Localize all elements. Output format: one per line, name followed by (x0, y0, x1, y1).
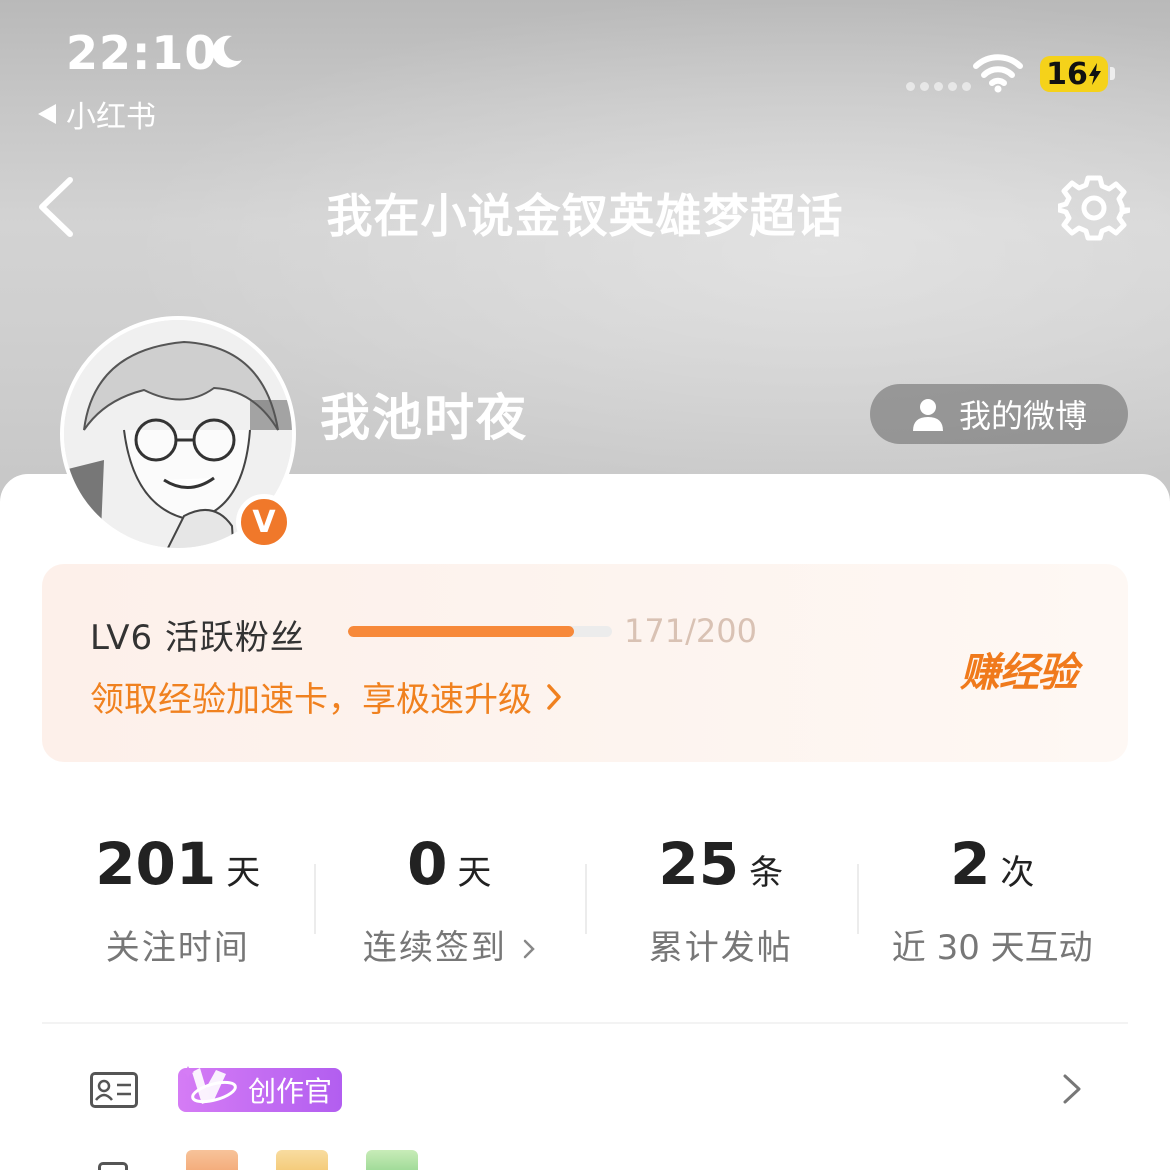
medal-icon (276, 1150, 328, 1170)
battery-tip (1110, 67, 1115, 80)
earn-experience-button[interactable]: 赚经验 (960, 640, 1078, 698)
battery-indicator: 16 (1040, 56, 1108, 92)
stat-value: 201 (95, 830, 217, 898)
my-weibo-button[interactable]: 我的微博 (870, 384, 1128, 444)
stat-interactions: 2次 近 30 天互动 (856, 806, 1129, 996)
cellular-signal-icon (906, 82, 971, 91)
chevron-right-icon (523, 939, 535, 959)
moon-icon (212, 35, 242, 68)
creator-emblem-icon (182, 1066, 237, 1104)
stat-value: 0 (407, 830, 448, 898)
stat-label-wrap: 连续签到 (314, 920, 586, 969)
chevron-right-icon[interactable] (1060, 1072, 1084, 1106)
back-triangle-icon (38, 104, 56, 124)
user-icon (912, 399, 943, 431)
medal-icon (366, 1150, 418, 1170)
level-progress-text: 171/200 (624, 612, 757, 650)
my-weibo-label: 我的微博 (958, 397, 1087, 435)
stat-follow-time: 201 天 关注时间 (42, 806, 314, 996)
id-card-icon (90, 1072, 138, 1108)
status-time: 22:10 (66, 26, 218, 80)
stat-unit: 天 (226, 853, 261, 893)
creator-label: 创作官 (247, 1075, 332, 1108)
medal-icon (186, 1150, 238, 1170)
accelerator-card-link[interactable]: 领取经验加速卡，享极速升级 (90, 672, 562, 721)
stat-unit: 天 (457, 853, 492, 893)
list-icon (98, 1162, 128, 1170)
gear-icon[interactable] (1058, 172, 1130, 244)
back-to-app-link[interactable]: 小红书 (38, 92, 156, 136)
back-app-label: 小红书 (66, 100, 156, 135)
level-progress-bar (348, 626, 612, 637)
chevron-right-icon (547, 683, 561, 710)
battery-level: 16 (1046, 56, 1088, 92)
level-label: LV6 活跃粉丝 (90, 618, 305, 658)
stat-unit: 条 (749, 853, 784, 893)
stat-label: 连续签到 (362, 928, 507, 968)
stat-label: 累计发帖 (648, 928, 793, 968)
page-title: 我在小说金钗英雄梦超话 (326, 189, 844, 243)
charging-bolt-icon (1088, 63, 1101, 85)
wifi-icon (973, 54, 1023, 93)
medal-row (186, 1150, 418, 1170)
stat-value: 2 (950, 830, 991, 898)
stat-unit: 次 (1000, 853, 1035, 893)
stat-posts: 25 条 累计发帖 (585, 806, 857, 996)
promo-text: 领取经验加速卡，享极速升级 (90, 680, 532, 720)
stat-checkin[interactable]: 0天 连续签到 (313, 806, 586, 996)
verified-badge: V (236, 494, 292, 550)
stats-row: 201 天 关注时间 0天 连续签到 25 条 累计发帖 2次 近 30 天互动 (42, 806, 1128, 996)
level-progress-fill (348, 626, 574, 637)
stat-label: 关注时间 (105, 928, 250, 968)
stat-label: 近 30 天互动 (891, 928, 1093, 968)
username: 我池时夜 (320, 389, 528, 447)
stat-value: 25 (658, 830, 740, 898)
